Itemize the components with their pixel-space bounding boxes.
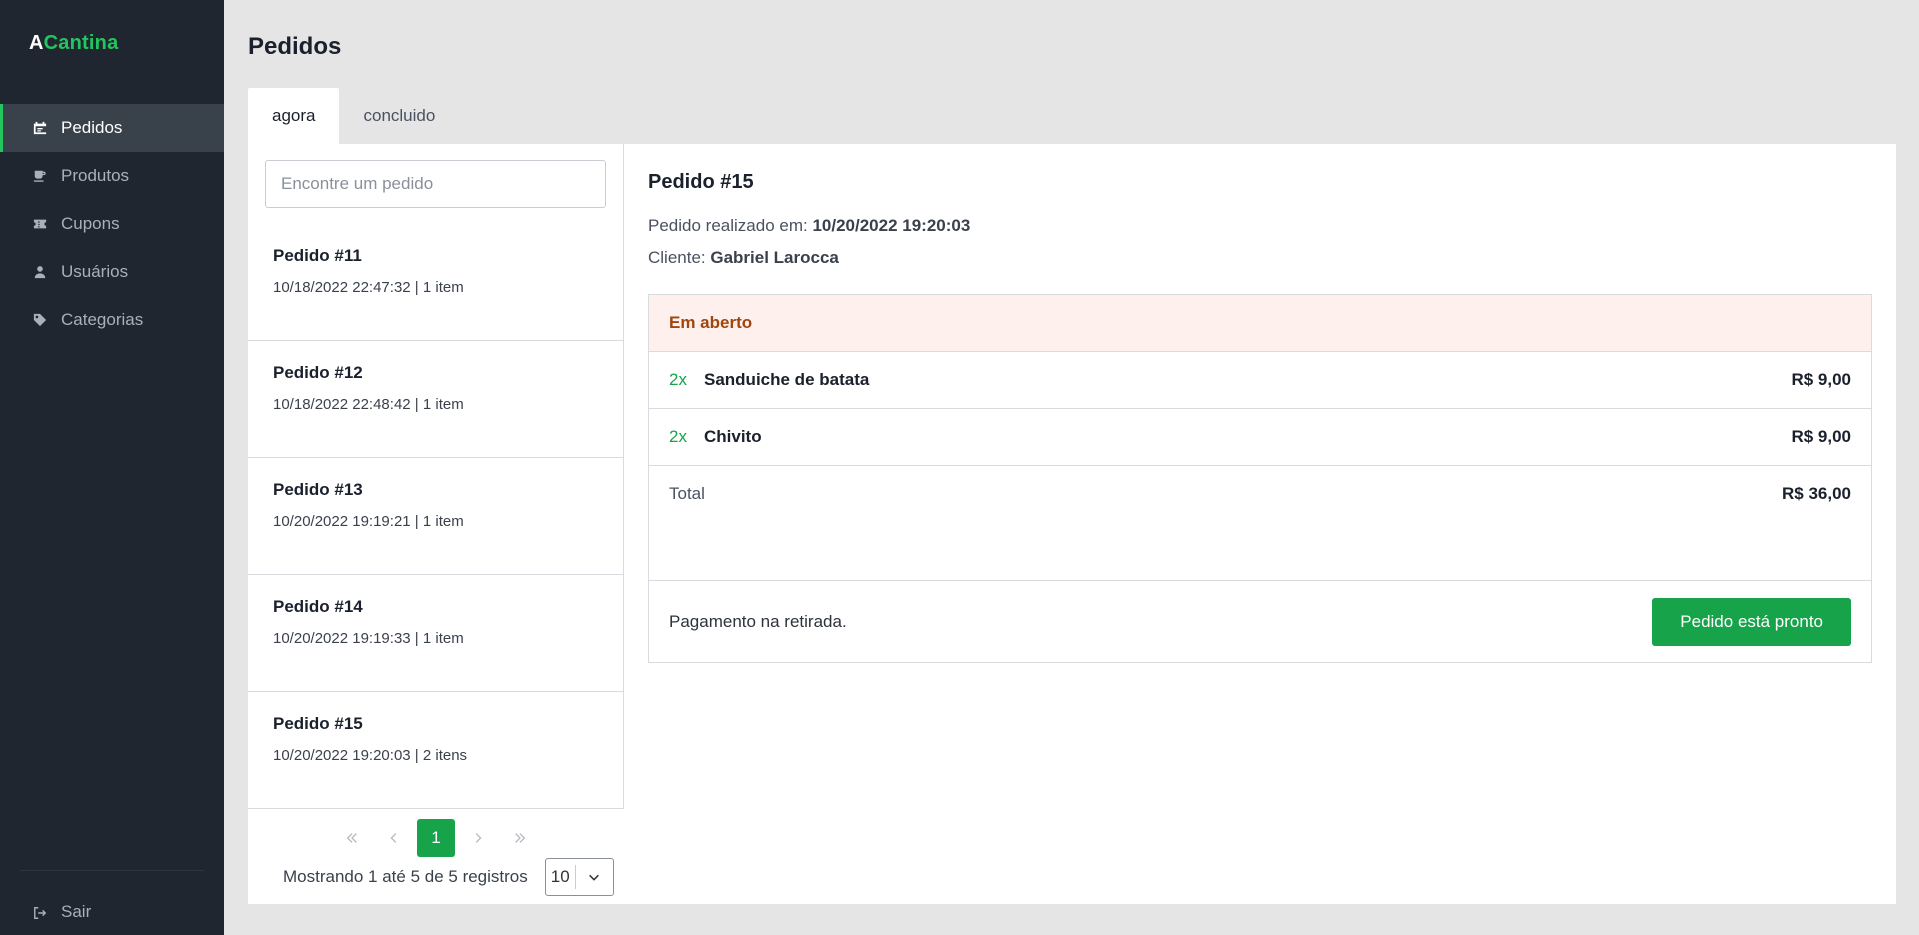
order-item-row: 2x Sanduiche de batata R$ 9,00 [649, 352, 1871, 409]
first-page-button[interactable] [333, 819, 371, 857]
double-chevron-left-icon [346, 833, 357, 843]
client-label: Cliente: [648, 248, 706, 267]
sidebar-item-pedidos[interactable]: Pedidos [0, 104, 224, 152]
total-label: Total [669, 484, 705, 503]
page-title: Pedidos [248, 33, 342, 60]
chevron-down-icon [576, 870, 613, 884]
order-list-item[interactable]: Pedido #14 10/20/2022 19:19:33 | 1 item [248, 575, 623, 692]
logo-letter: A [29, 32, 44, 54]
logout-label: Sair [61, 902, 92, 921]
sidebar-item-label: Usuários [61, 262, 129, 281]
order-meta: 10/18/2022 22:47:32 | 1 item [273, 279, 464, 296]
order-list-item[interactable]: Pedido #11 10/18/2022 22:47:32 | 1 item [248, 224, 623, 341]
sidebar-item-cupons[interactable]: Cupons [0, 200, 224, 248]
item-quantity: 2x [669, 427, 687, 446]
orders-panel: Pedido #11 10/18/2022 22:47:32 | 1 item … [248, 144, 1896, 904]
logout-icon [33, 905, 47, 919]
total-value: R$ 36,00 [1782, 484, 1851, 503]
order-title: Pedido #14 [273, 597, 363, 616]
order-footer: Pagamento na retirada. Pedido está pront… [649, 581, 1871, 662]
item-price: R$ 9,00 [1791, 370, 1851, 389]
order-item-row: 2x Chivito R$ 9,00 [649, 409, 1871, 466]
sidebar: ACantina Pedidos Produtos Cupons Usuário… [0, 0, 224, 935]
total-row: Total R$ 36,00 [649, 466, 1871, 581]
logout-button[interactable]: Sair [0, 888, 224, 935]
placed-at-line: Pedido realizado em: 10/20/2022 19:20:03 [648, 216, 970, 236]
payment-note: Pagamento na retirada. [669, 611, 847, 631]
order-card: Em aberto 2x Sanduiche de batata R$ 9,00… [648, 294, 1872, 663]
item-price: R$ 9,00 [1791, 427, 1851, 446]
page-size-value: 10 [546, 865, 576, 889]
sidebar-nav: Pedidos Produtos Cupons Usuários Categor… [0, 104, 224, 344]
order-meta: 10/20/2022 19:19:33 | 1 item [273, 630, 464, 647]
sidebar-item-label: Produtos [61, 166, 130, 185]
order-title: Pedido #12 [273, 363, 363, 382]
coffee-icon [33, 169, 47, 183]
order-meta: 10/18/2022 22:48:42 | 1 item [273, 396, 464, 413]
sidebar-item-produtos[interactable]: Produtos [0, 152, 224, 200]
sidebar-item-label: Pedidos [61, 118, 123, 137]
ticket-icon [33, 217, 47, 231]
tab-concluido[interactable]: concluido [339, 88, 459, 144]
order-title: Pedido #13 [273, 480, 363, 499]
double-chevron-right-icon [515, 833, 526, 843]
sidebar-item-categorias[interactable]: Categorias [0, 296, 224, 344]
client-value: Gabriel Larocca [710, 248, 839, 267]
prev-page-button[interactable] [375, 819, 413, 857]
detail-title: Pedido #15 [648, 171, 754, 193]
order-title: Pedido #15 [273, 714, 363, 733]
last-page-button[interactable] [501, 819, 539, 857]
pagination: 1 [248, 818, 624, 858]
sidebar-item-usuarios[interactable]: Usuários [0, 248, 224, 296]
order-ready-button[interactable]: Pedido está pronto [1652, 597, 1851, 646]
chevron-right-icon [475, 833, 482, 843]
user-icon [33, 265, 47, 279]
placed-at-label: Pedido realizado em: [648, 216, 808, 235]
chevron-left-icon [390, 833, 397, 843]
calendar-icon [33, 121, 47, 135]
tab-bar: agora concluido [248, 88, 459, 144]
search-input[interactable] [265, 160, 606, 208]
order-meta: 10/20/2022 19:20:03 | 2 itens [273, 747, 468, 764]
item-name: Chivito [704, 427, 762, 446]
sidebar-divider [20, 870, 204, 871]
placed-at-value: 10/20/2022 19:20:03 [812, 216, 971, 235]
order-list-item[interactable]: Pedido #15 10/20/2022 19:20:03 | 2 itens [248, 692, 623, 809]
records-text: Mostrando 1 até 5 de 5 registros [283, 867, 528, 886]
order-title: Pedido #11 [273, 246, 362, 265]
status-badge: Em aberto [649, 295, 1871, 352]
logo-word: Cantina [43, 32, 119, 54]
next-page-button[interactable] [459, 819, 497, 857]
tab-agora[interactable]: agora [248, 88, 340, 144]
app-logo[interactable]: ACantina [29, 32, 118, 55]
records-info: Mostrando 1 até 5 de 5 registros 10 [283, 858, 614, 896]
order-list-item[interactable]: Pedido #13 10/20/2022 19:19:21 | 1 item [248, 458, 623, 575]
sidebar-item-label: Cupons [61, 214, 120, 233]
order-meta: 10/20/2022 19:19:21 | 1 item [273, 513, 464, 530]
order-list-column: Pedido #11 10/18/2022 22:47:32 | 1 item … [248, 144, 624, 809]
page-size-select[interactable]: 10 [544, 858, 614, 896]
tag-icon [33, 313, 47, 327]
order-list-item[interactable]: Pedido #12 10/18/2022 22:48:42 | 1 item [248, 341, 623, 458]
item-quantity: 2x [669, 370, 687, 389]
order-list: Pedido #11 10/18/2022 22:47:32 | 1 item … [248, 224, 623, 809]
item-name: Sanduiche de batata [704, 370, 870, 389]
page-button-current[interactable]: 1 [417, 819, 455, 857]
sidebar-item-label: Categorias [61, 310, 144, 329]
client-line: Cliente: Gabriel Larocca [648, 248, 839, 268]
